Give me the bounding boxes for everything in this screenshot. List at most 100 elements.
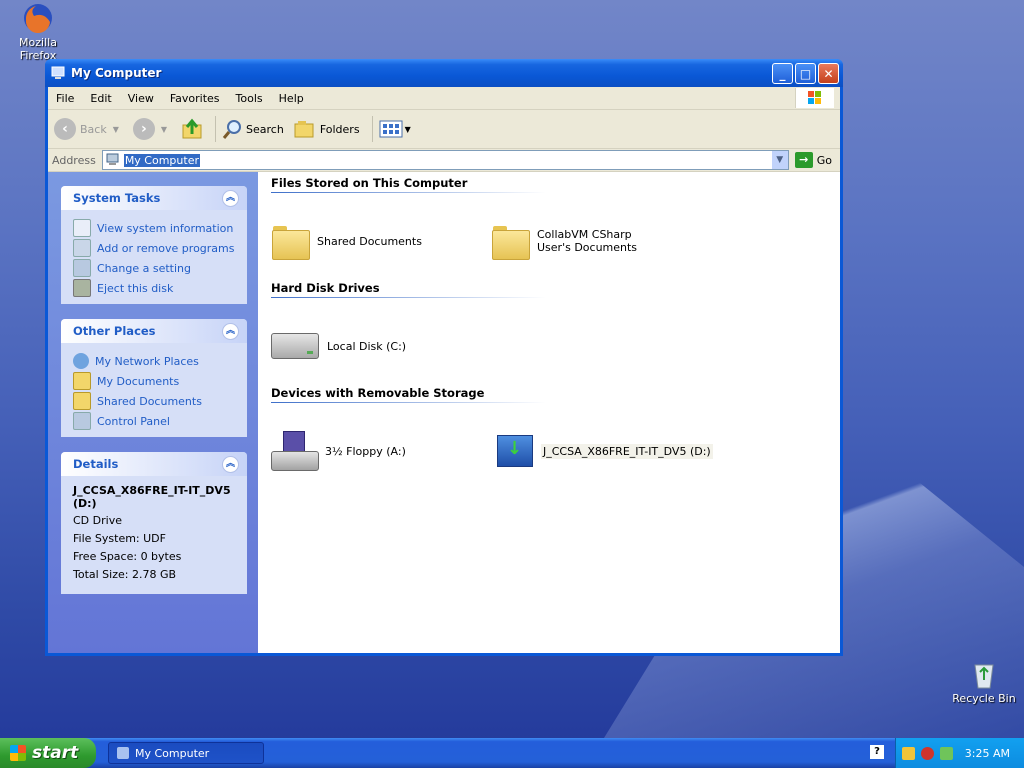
my-computer-window: My Computer _ □ ✕ File Edit View Favorit… [45,59,843,656]
desktop-icon-label: Recycle Bin [952,692,1016,705]
windows-logo-icon [10,745,26,761]
help-icon[interactable]: ? [870,745,884,759]
item-floppy-a[interactable]: 3½ Floppy (A:) [271,419,491,483]
cd-drive-icon: ↓ [497,435,533,467]
folder-icon [271,224,310,260]
start-button[interactable]: start [0,738,96,768]
close-button[interactable]: ✕ [818,62,839,84]
views-button[interactable]: ▼ [379,120,411,138]
minimize-button[interactable]: _ [772,62,793,84]
windows-logo-icon [795,88,834,108]
menu-help[interactable]: Help [271,92,312,105]
forward-arrow-icon: › [132,118,155,140]
item-cd-drive-d[interactable]: ↓ J_CCSA_X86FRE_IT-IT_DV5 (D:) [497,419,757,483]
group-header-hard-disk-drives: Hard Disk Drives [271,281,380,295]
forward-button[interactable]: › ▼ [132,118,168,140]
back-arrow-icon: ‹ [54,118,76,140]
desktop-icon-recycle-bin[interactable]: Recycle Bin [946,658,1022,705]
group-divider [271,192,546,193]
maximize-button[interactable]: □ [795,62,816,84]
group-header-files-stored: Files Stored on This Computer [271,176,468,190]
place-link-my-documents[interactable]: My Documents [73,371,237,391]
views-icon [379,120,403,138]
place-link-network-places[interactable]: My Network Places [73,351,237,371]
collapse-icon[interactable]: ︽ [222,322,239,340]
group-divider [271,402,546,403]
back-button[interactable]: ‹ Back ▼ [54,118,119,140]
other-places-panel: Other Places ︽ My Network Places My Docu… [61,319,247,437]
details-type: CD Drive [73,514,122,527]
address-value: My Computer [123,153,200,167]
details-file-system: File System: UDF [73,532,166,545]
menu-favorites[interactable]: Favorites [162,92,228,105]
my-documents-icon [73,372,91,390]
item-shared-documents[interactable]: Shared Documents [271,209,491,273]
toolbar: ‹ Back ▼ › ▼ Search Folders ▼ [48,110,840,149]
firefox-icon [22,2,54,34]
up-folder-icon [182,118,202,139]
go-arrow-icon: → [794,152,813,168]
place-link-control-panel[interactable]: Control Panel [73,411,237,431]
menu-file[interactable]: File [48,92,82,105]
task-pane: System Tasks ︽ View system information A… [48,172,258,653]
desktop-icon-firefox[interactable]: Mozilla Firefox [0,2,76,62]
network-places-icon [73,353,89,369]
panel-header[interactable]: Details ︽ [61,452,247,476]
security-shield-icon[interactable] [902,746,915,760]
floppy-drive-icon [271,431,319,471]
address-label: Address [52,153,96,167]
group-divider [271,297,546,298]
item-user-documents[interactable]: CollabVM CSharp User's Documents [491,209,711,273]
panel-header[interactable]: Other Places ︽ [61,319,247,343]
panel-header[interactable]: System Tasks ︽ [61,186,247,210]
shared-folder-icon [73,392,91,410]
address-dropdown-icon[interactable]: ▼ [771,151,788,169]
collapse-icon[interactable]: ︽ [222,189,239,207]
folders-icon [294,121,314,138]
my-computer-icon [106,153,119,165]
task-link-eject-disk[interactable]: Eject this disk [73,278,237,298]
chevron-down-icon: ▼ [112,124,119,134]
folders-button[interactable]: Folders [294,120,360,138]
menu-view[interactable]: View [120,92,162,105]
task-link-add-remove-programs[interactable]: Add or remove programs [73,238,237,258]
security-alert-icon[interactable] [921,746,934,760]
place-link-shared-documents[interactable]: Shared Documents [73,391,237,411]
system-info-icon [73,219,91,237]
chevron-down-icon: ▼ [404,124,411,134]
taskbar: start My Computer ? 3:25 AM [0,738,1024,768]
network-icon[interactable] [940,746,953,760]
recycle-bin-icon [968,658,1000,690]
system-tray: 3:25 AM [895,738,1024,768]
hard-disk-icon [271,333,319,359]
group-header-removable-storage: Devices with Removable Storage [271,386,485,400]
clock[interactable]: 3:25 AM [965,747,1010,760]
taskbar-button-my-computer[interactable]: My Computer [108,742,264,764]
task-link-change-setting[interactable]: Change a setting [73,258,237,278]
control-panel-icon [73,259,91,277]
menu-edit[interactable]: Edit [82,92,119,105]
details-total-size: Total Size: 2.78 GB [73,568,177,581]
address-bar: Address My Computer ▼ → Go [48,149,840,172]
up-folder-button[interactable] [181,118,203,140]
search-button[interactable]: Search [222,119,284,139]
chevron-down-icon: ▼ [160,124,168,134]
control-panel-icon [73,412,91,430]
title-bar[interactable]: My Computer _ □ ✕ [45,59,843,87]
item-local-disk-c[interactable]: Local Disk (C:) [271,314,491,378]
search-icon [222,120,242,139]
toolbar-separator [215,116,217,142]
add-remove-programs-icon [73,239,91,257]
toolbar-separator [371,116,373,142]
task-link-view-system-info[interactable]: View system information [73,218,237,238]
collapse-icon[interactable]: ︽ [222,455,239,473]
go-button[interactable]: → Go [794,152,832,168]
system-tasks-panel: System Tasks ︽ View system information A… [61,186,247,304]
file-view: Files Stored on This Computer Shared Doc… [258,172,840,653]
menu-tools[interactable]: Tools [228,92,271,105]
window-title: My Computer [71,66,162,80]
details-free-space: Free Space: 0 bytes [73,550,182,563]
address-input[interactable]: My Computer ▼ [101,150,789,170]
my-computer-icon [51,66,65,79]
details-name: J_CCSA_X86FRE_IT-IT_DV5 (D:) [73,484,231,510]
